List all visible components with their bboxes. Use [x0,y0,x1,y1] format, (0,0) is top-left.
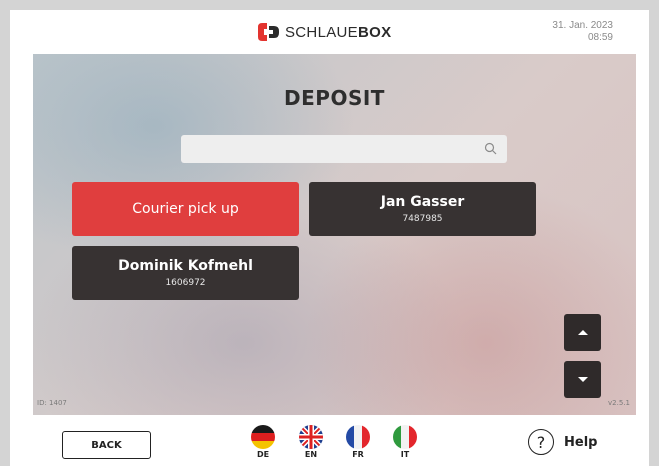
help-icon: ? [528,429,554,455]
courier-pickup-button[interactable]: Courier pick up [72,182,299,236]
back-button[interactable]: BACK [62,431,151,459]
help-button[interactable]: ? Help [528,429,597,455]
language-it-button[interactable]: IT [390,425,420,459]
page-title: DEPOSIT [284,86,385,110]
help-label: Help [564,434,598,450]
arrow-up-icon [577,330,588,335]
language-en-button[interactable]: EN [296,425,326,459]
language-code: DE [256,450,270,459]
uk-flag-icon [299,425,323,449]
tile-name: Dominik Kofmehl [118,258,253,274]
search-icon[interactable] [484,142,497,155]
language-code: IT [400,450,410,459]
brand-name-bold: BOX [357,23,392,41]
search-input[interactable] [181,135,507,163]
time-label: 08:59 [587,32,613,43]
italy-flag-icon [393,425,417,449]
language-code: FR [352,450,364,459]
scroll-down-button[interactable] [564,361,601,398]
footer: BACK DE EN FR IT ? Help [10,415,649,466]
germany-flag-icon [251,425,275,449]
brand-name-light: SCHLAUE [285,23,358,41]
recipient-tile-jan-gasser[interactable]: Jan Gasser 7487985 [309,182,536,236]
language-de-button[interactable]: DE [248,425,278,459]
brand-name: SCHLAUEBOX [285,24,391,41]
logo-mark-icon [258,23,279,41]
scroll-up-button[interactable] [564,314,601,351]
date-label: 31. Jan. 2023 [552,20,613,31]
language-code: EN [304,450,318,459]
datetime: 31. Jan. 2023 08:59 [552,20,613,44]
france-flag-icon [346,425,370,449]
version-label: v2.5.1 [608,399,630,407]
recipient-tile-dominik-kofmehl[interactable]: Dominik Kofmehl 1606972 [72,246,299,300]
tile-number: 1606972 [165,278,206,288]
schlauebox-logo: SCHLAUEBOX [258,21,391,43]
tile-name: Courier pick up [132,201,239,217]
device-id-label: ID: 1407 [37,399,67,407]
main-panel: DEPOSIT Courier pick up Jan Gasser 74879… [33,54,636,415]
tile-name: Jan Gasser [380,194,465,210]
arrow-down-icon [577,377,588,382]
kiosk-screen: SCHLAUEBOX 31. Jan. 2023 08:59 DEPOSIT C… [10,10,649,466]
tile-number: 7487985 [402,214,443,224]
header: SCHLAUEBOX 31. Jan. 2023 08:59 [10,10,649,54]
language-fr-button[interactable]: FR [343,425,373,459]
